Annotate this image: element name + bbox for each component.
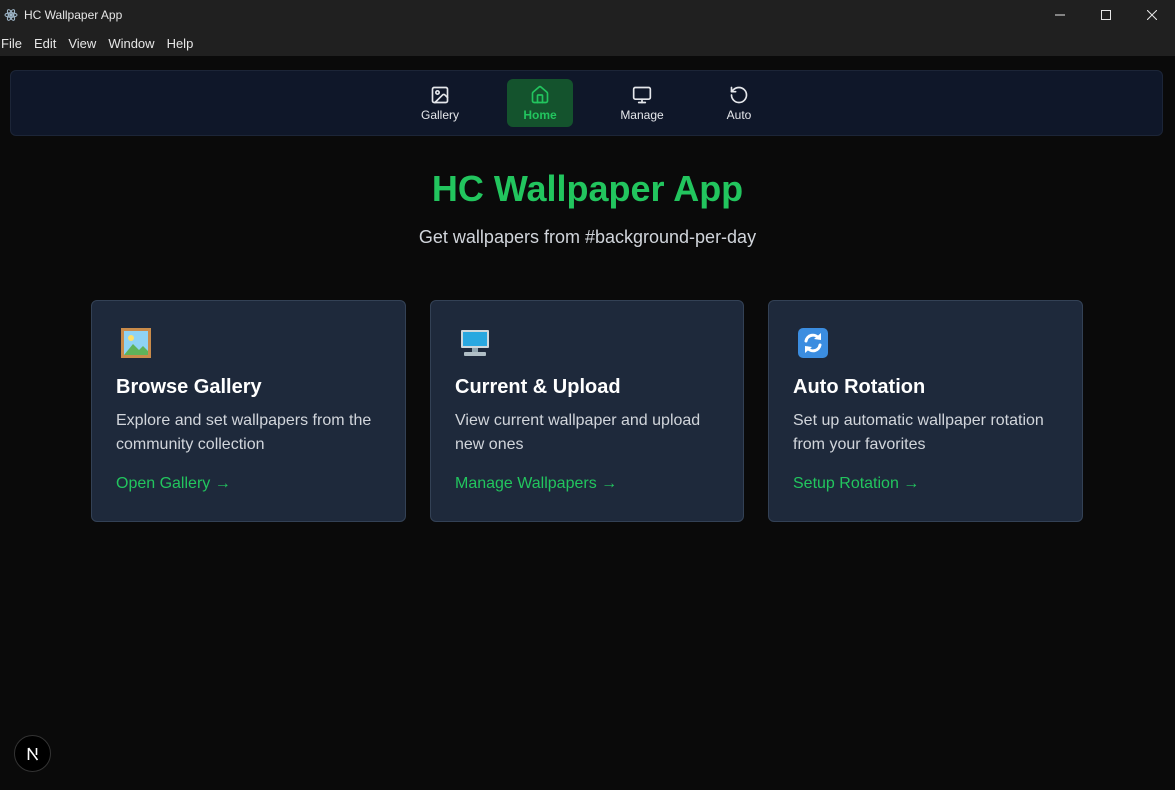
menu-file[interactable]: File: [0, 36, 28, 51]
nav-label-gallery: Gallery: [420, 107, 459, 122]
minimize-icon: [1055, 14, 1065, 16]
framed-picture-icon: [120, 327, 152, 359]
nav-label-home: Home: [523, 107, 557, 122]
menu-view[interactable]: View: [68, 36, 102, 51]
rotate-ccw-icon: [729, 85, 749, 105]
card-title: Browse Gallery: [116, 376, 262, 398]
nav-item-auto[interactable]: Auto: [713, 79, 765, 127]
arrows-clockwise-icon: [797, 327, 829, 359]
close-icon: [1147, 10, 1157, 20]
card-description: Explore and set wallpapers from the comm…: [116, 412, 372, 453]
card-title: Auto Rotation: [793, 376, 926, 398]
nav-item-home[interactable]: Home: [507, 79, 573, 127]
card-browse-gallery[interactable]: Browse Gallery Explore and set wallpaper…: [91, 300, 406, 522]
window-title: HC Wallpaper App: [24, 8, 123, 22]
card-current-upload[interactable]: Current & Upload View current wallpaper …: [430, 300, 744, 522]
desktop-computer-icon: [459, 327, 491, 359]
card-description: Set up automatic wallpaper rotation from…: [793, 412, 1044, 453]
monitor-icon: [632, 85, 652, 105]
card-description: View current wallpaper and upload new on…: [455, 412, 701, 453]
title-bar[interactable]: HC Wallpaper App: [0, 0, 1175, 30]
setup-rotation-link[interactable]: Setup Rotation →: [793, 475, 919, 493]
open-gallery-link[interactable]: Open Gallery →: [116, 475, 231, 493]
menu-edit[interactable]: Edit: [34, 36, 62, 51]
window-controls: [1037, 0, 1175, 30]
menu-window[interactable]: Window: [108, 36, 160, 51]
nav-item-gallery[interactable]: Gallery: [409, 79, 471, 127]
manage-wallpapers-link[interactable]: Manage Wallpapers →: [455, 475, 617, 493]
home-icon: [530, 85, 550, 105]
page-subtitle: Get wallpapers from #background-per-day: [418, 227, 757, 247]
electron-app-icon: [4, 8, 18, 22]
menu-help[interactable]: Help: [167, 36, 200, 51]
card-title: Current & Upload: [455, 376, 621, 398]
nav-label-auto: Auto: [726, 107, 752, 122]
card-auto-rotation[interactable]: Auto Rotation Set up automatic wallpaper…: [768, 300, 1083, 522]
menu-bar: File Edit View Window Help: [0, 30, 1175, 56]
nextjs-dev-badge[interactable]: N: [14, 735, 51, 772]
page-title: HC Wallpaper App: [431, 168, 744, 209]
nextjs-logo-icon: [27, 747, 38, 760]
maximize-icon: [1101, 10, 1111, 20]
minimize-button[interactable]: [1037, 0, 1083, 30]
nav-label-manage: Manage: [620, 107, 664, 122]
top-nav: Gallery Home Manage Auto: [10, 70, 1163, 136]
close-button[interactable]: [1129, 0, 1175, 30]
nav-item-manage[interactable]: Manage: [611, 79, 673, 127]
maximize-button[interactable]: [1083, 0, 1129, 30]
image-icon: [430, 85, 450, 105]
